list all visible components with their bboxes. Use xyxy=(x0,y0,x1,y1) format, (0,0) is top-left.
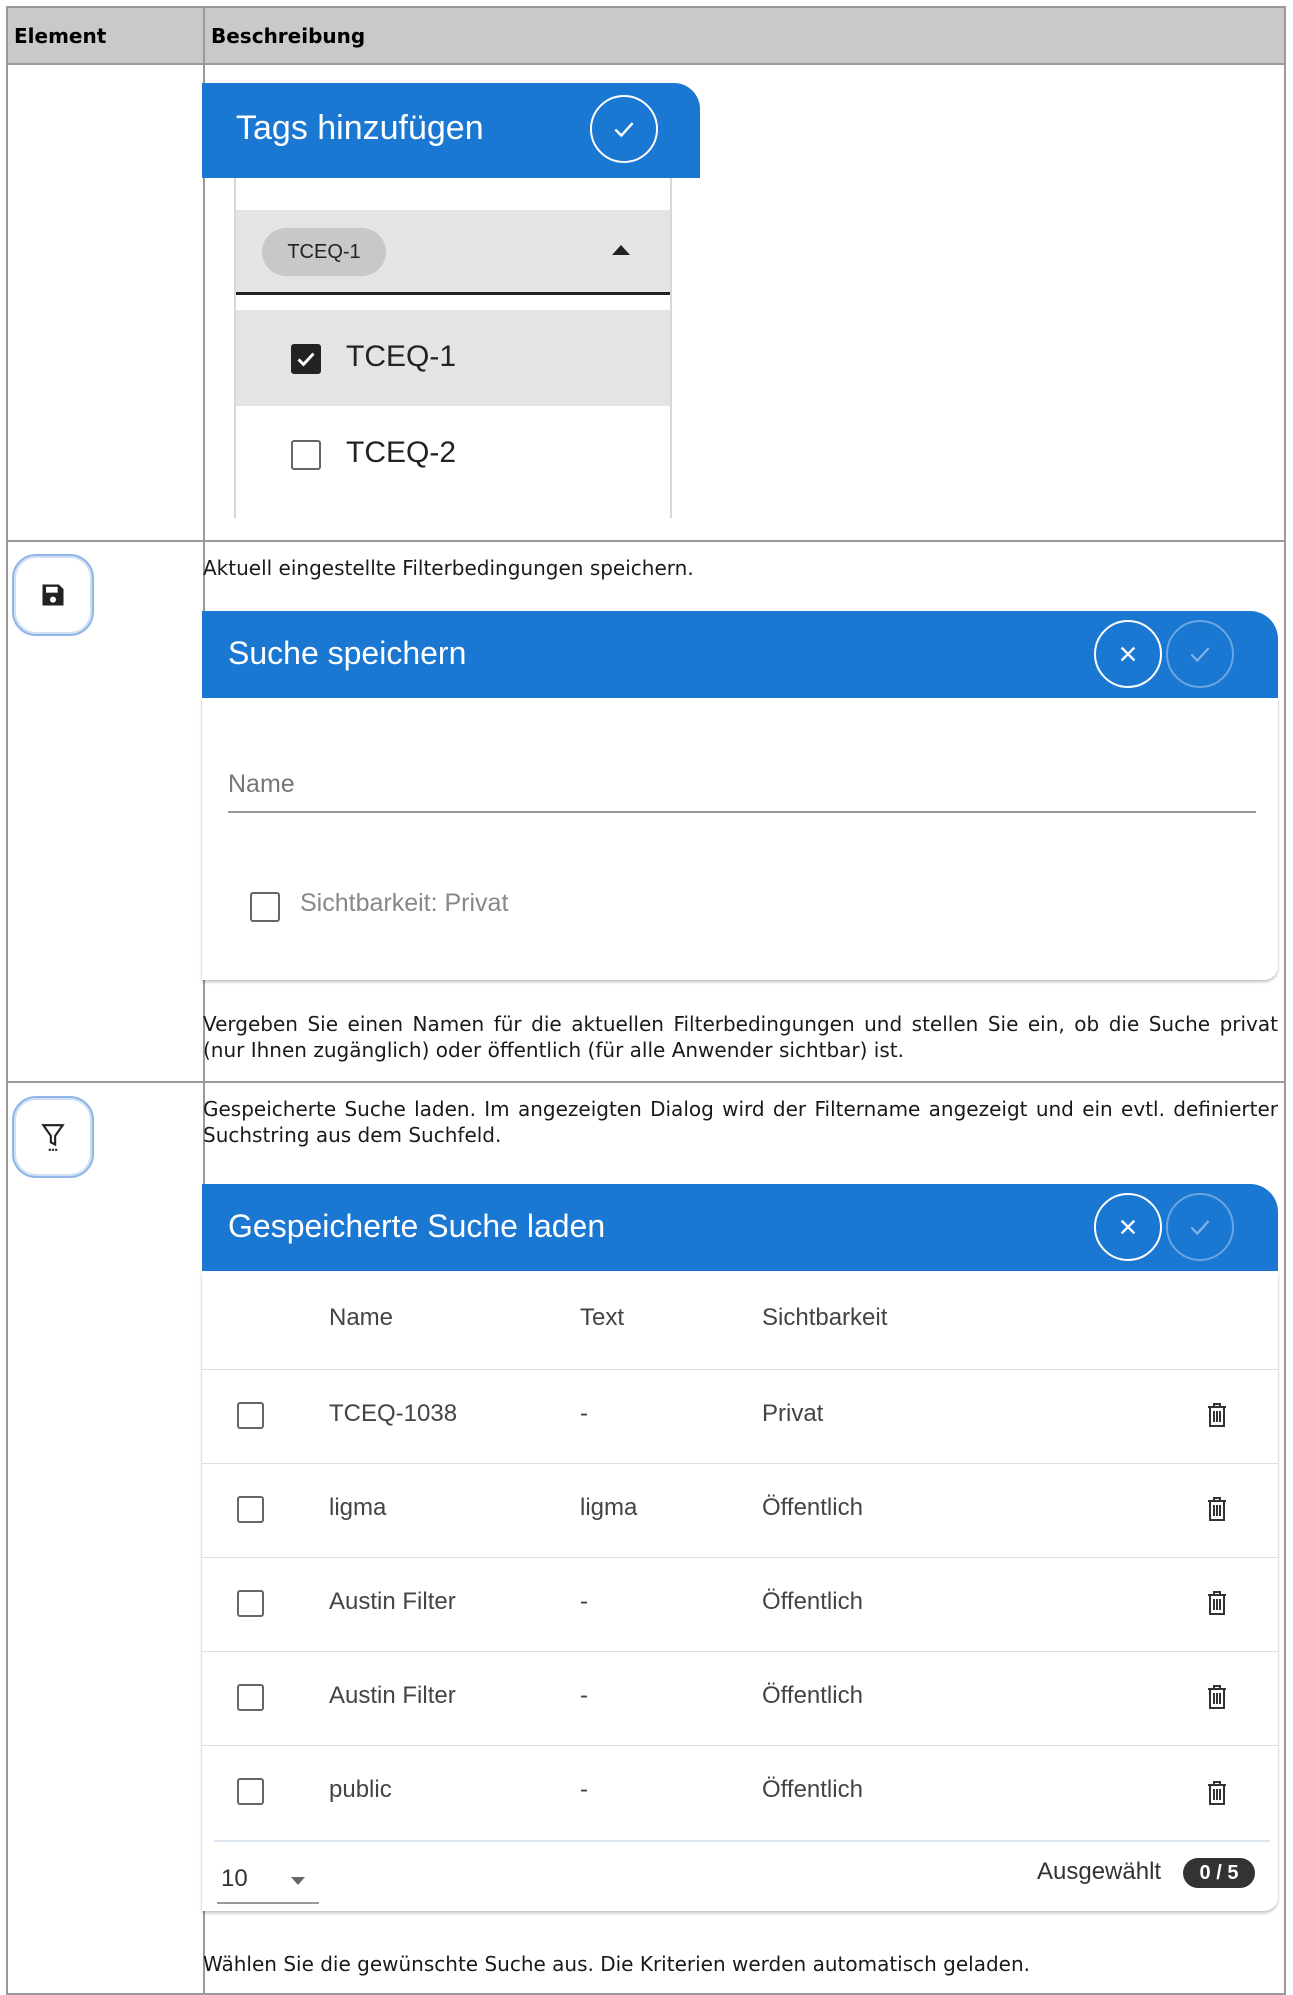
row-separator xyxy=(202,1557,1278,1558)
row-separator xyxy=(202,1651,1278,1652)
table-header: Element Beschreibung xyxy=(8,8,1284,65)
caret-up-icon[interactable] xyxy=(612,245,630,255)
row-checkbox[interactable] xyxy=(237,1402,264,1429)
check-icon xyxy=(1190,647,1210,663)
row-visibility: Öffentlich xyxy=(762,1588,863,1615)
save-dialog-body xyxy=(202,698,1278,980)
row-name: ligma xyxy=(329,1494,387,1521)
row-visibility: Öffentlich xyxy=(762,1494,863,1521)
row-checkbox[interactable] xyxy=(237,1590,264,1617)
trash-icon[interactable] xyxy=(1206,1684,1228,1710)
close-icon xyxy=(1120,646,1136,662)
filter-icon xyxy=(41,1124,65,1151)
row-text: - xyxy=(580,1682,588,1709)
column-header-text[interactable]: Text xyxy=(580,1304,624,1332)
confirm-button[interactable] xyxy=(590,95,658,163)
trash-icon[interactable] xyxy=(1206,1496,1228,1522)
row-checkbox[interactable] xyxy=(237,1778,264,1805)
row-name: Austin Filter xyxy=(329,1682,456,1709)
load-intro-text: Gespeicherte Suche laden. Im angezeigten… xyxy=(203,1097,1278,1147)
row-text: - xyxy=(580,1588,588,1615)
row-visibility: Privat xyxy=(762,1400,824,1427)
selected-count-badge: 0 / 5 xyxy=(1183,1858,1255,1888)
confirm-button[interactable] xyxy=(1166,620,1234,688)
row-checkbox[interactable] xyxy=(237,1684,264,1711)
check-icon xyxy=(297,352,315,367)
floppy-disk-icon xyxy=(42,584,64,606)
row-visibility: Öffentlich xyxy=(762,1682,863,1709)
check-icon xyxy=(1190,1220,1210,1236)
row-text: ligma xyxy=(580,1494,638,1521)
tag-option-label: TCEQ-2 xyxy=(346,436,457,469)
check-icon xyxy=(614,122,634,138)
save-dialog-title: Suche speichern xyxy=(228,635,467,671)
tag-chip[interactable]: TCEQ-1 xyxy=(262,228,386,276)
visibility-label: Sichtbarkeit: Privat xyxy=(300,889,509,917)
save-dialog-header: Suche speichern xyxy=(202,611,1278,698)
save-intro-text: Aktuell eingestellte Filterbedingungen s… xyxy=(203,556,694,580)
selected-label: Ausgewählt xyxy=(1037,1858,1162,1885)
trash-icon[interactable] xyxy=(1206,1402,1228,1428)
header-element: Element xyxy=(14,24,107,48)
load-outro-text: Wählen Sie die gewünschte Suche aus. Die… xyxy=(203,1952,1031,1976)
page-size-value: 10 xyxy=(221,1865,248,1892)
row-separator xyxy=(202,1745,1278,1746)
row-divider xyxy=(8,540,1284,542)
row-checkbox[interactable] xyxy=(237,1496,264,1523)
cancel-button[interactable] xyxy=(1094,620,1162,688)
header-description: Beschreibung xyxy=(211,24,366,48)
column-header-visibility[interactable]: Sichtbarkeit xyxy=(762,1304,887,1332)
load-dialog-title: Gespeicherte Suche laden xyxy=(228,1208,606,1244)
caret-down-icon[interactable] xyxy=(291,1877,305,1885)
checkbox-checked[interactable] xyxy=(291,344,321,374)
save-outro-text: Vergeben Sie einen Namen für die aktuell… xyxy=(203,1012,1278,1062)
dialog-edge xyxy=(670,178,672,518)
name-field-placeholder: Name xyxy=(228,770,295,798)
confirm-button[interactable] xyxy=(1166,1193,1234,1261)
name-field[interactable] xyxy=(228,811,1256,813)
load-search-button[interactable] xyxy=(12,1096,94,1178)
tags-dialog-header: Tags hinzufügen xyxy=(202,83,700,178)
row-text: - xyxy=(580,1400,588,1427)
trash-icon[interactable] xyxy=(1206,1590,1228,1616)
row-name: public xyxy=(329,1776,392,1803)
load-dialog-header: Gespeicherte Suche laden xyxy=(202,1184,1278,1271)
close-icon xyxy=(1120,1219,1136,1235)
footer-separator xyxy=(214,1840,1270,1842)
tag-option-label: TCEQ-1 xyxy=(346,340,457,373)
row-visibility: Öffentlich xyxy=(762,1776,863,1803)
column-header-name[interactable]: Name xyxy=(329,1304,393,1332)
row-name: TCEQ-1038 xyxy=(329,1400,458,1427)
page-size-underline xyxy=(217,1902,319,1904)
row-separator xyxy=(202,1463,1278,1464)
row-name: Austin Filter xyxy=(329,1588,456,1615)
row-text: - xyxy=(580,1776,588,1803)
row-separator xyxy=(202,1369,1278,1370)
trash-icon[interactable] xyxy=(1206,1780,1228,1806)
row-divider xyxy=(8,1081,1284,1083)
visibility-checkbox[interactable] xyxy=(250,892,280,922)
save-search-button[interactable] xyxy=(12,554,94,636)
cancel-button[interactable] xyxy=(1094,1193,1162,1261)
tags-dialog-title: Tags hinzufügen xyxy=(236,109,484,147)
checkbox[interactable] xyxy=(291,440,321,470)
